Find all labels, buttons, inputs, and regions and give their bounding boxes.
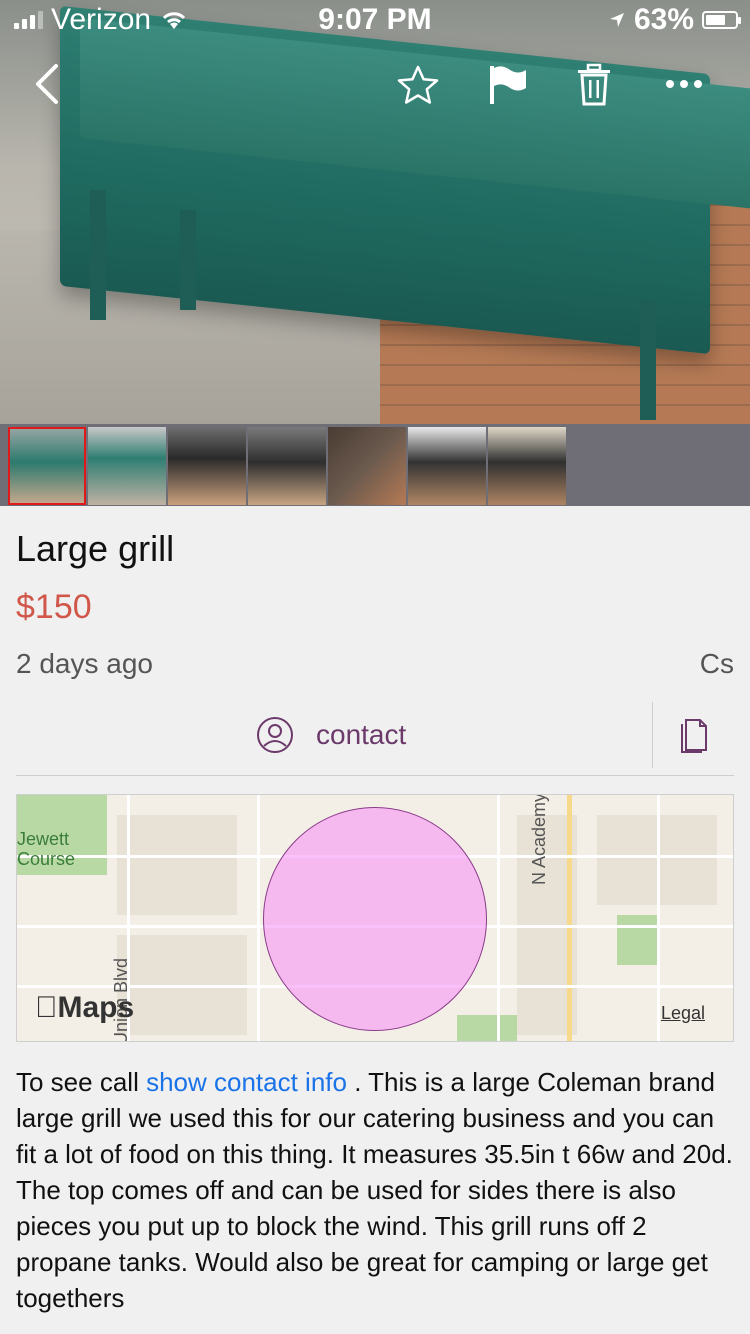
thumbnail-1[interactable] bbox=[8, 427, 86, 505]
thumbnail-strip bbox=[0, 424, 750, 506]
status-bar: Verizon 9:07 PM 63% bbox=[0, 0, 750, 40]
action-row: contact bbox=[16, 702, 734, 776]
thumbnail-4[interactable] bbox=[248, 427, 326, 505]
map-park bbox=[617, 915, 657, 965]
flag-icon[interactable] bbox=[486, 64, 528, 106]
battery-percent: 63% bbox=[633, 3, 694, 36]
document-icon[interactable] bbox=[680, 718, 708, 754]
grill-photo-leg bbox=[90, 190, 106, 320]
listing-age: 2 days ago bbox=[16, 648, 153, 679]
battery-fill bbox=[706, 15, 725, 25]
maps-logo-text: Maps bbox=[35, 991, 135, 1024]
more-icon[interactable] bbox=[664, 78, 704, 90]
map-major-road bbox=[567, 795, 572, 1041]
grill-photo-lid bbox=[80, 17, 750, 212]
map-legal-link[interactable]: Legal bbox=[661, 1003, 705, 1024]
location-map[interactable]: Jewett Course N Academy Blvd Union Blvd … bbox=[16, 794, 734, 1042]
contact-label: contact bbox=[316, 719, 407, 750]
photo-nav-bar bbox=[0, 60, 750, 110]
thumbnail-3[interactable] bbox=[168, 427, 246, 505]
map-street bbox=[497, 795, 500, 1041]
map-street bbox=[657, 795, 660, 1041]
listing-title: Large grill bbox=[16, 528, 175, 569]
thumbnail-2[interactable] bbox=[88, 427, 166, 505]
grill-photo-leg bbox=[180, 210, 196, 310]
contact-button[interactable]: contact bbox=[256, 716, 406, 754]
hero-photo[interactable]: Verizon 9:07 PM 63% bbox=[0, 0, 750, 424]
map-label-academy: N Academy Blvd bbox=[529, 794, 549, 885]
map-label-golf: Jewett Course bbox=[17, 829, 76, 869]
user-icon bbox=[257, 717, 293, 753]
map-block bbox=[117, 815, 237, 915]
trash-icon[interactable] bbox=[576, 62, 612, 106]
back-icon[interactable] bbox=[28, 62, 64, 106]
thumbnail-5[interactable] bbox=[328, 427, 406, 505]
location-arrow-icon bbox=[609, 13, 624, 27]
listing-price: $150 bbox=[16, 588, 92, 626]
battery-icon bbox=[702, 11, 741, 29]
listing-content: Large grill $150 2 days ago Cs contact J… bbox=[0, 506, 750, 1334]
grill-photo-leg bbox=[640, 300, 656, 420]
thumbnail-6[interactable] bbox=[408, 427, 486, 505]
thumbnail-7[interactable] bbox=[488, 427, 566, 505]
map-park bbox=[457, 1015, 517, 1041]
apple-maps-logo: Maps bbox=[35, 991, 134, 1025]
description-body: . This is a large Coleman brand large gr… bbox=[16, 1067, 733, 1313]
show-contact-link[interactable]: show contact info bbox=[146, 1067, 347, 1097]
action-divider bbox=[652, 702, 653, 768]
location-radius-circle bbox=[263, 807, 487, 1031]
star-icon[interactable] bbox=[396, 64, 440, 106]
poster-name: Cs bbox=[699, 648, 734, 679]
description-prefix: To see call bbox=[16, 1067, 147, 1097]
map-street bbox=[257, 795, 260, 1041]
listing-description: To see call show contact info . This is … bbox=[16, 1064, 734, 1316]
apple-icon:  bbox=[35, 991, 58, 1024]
